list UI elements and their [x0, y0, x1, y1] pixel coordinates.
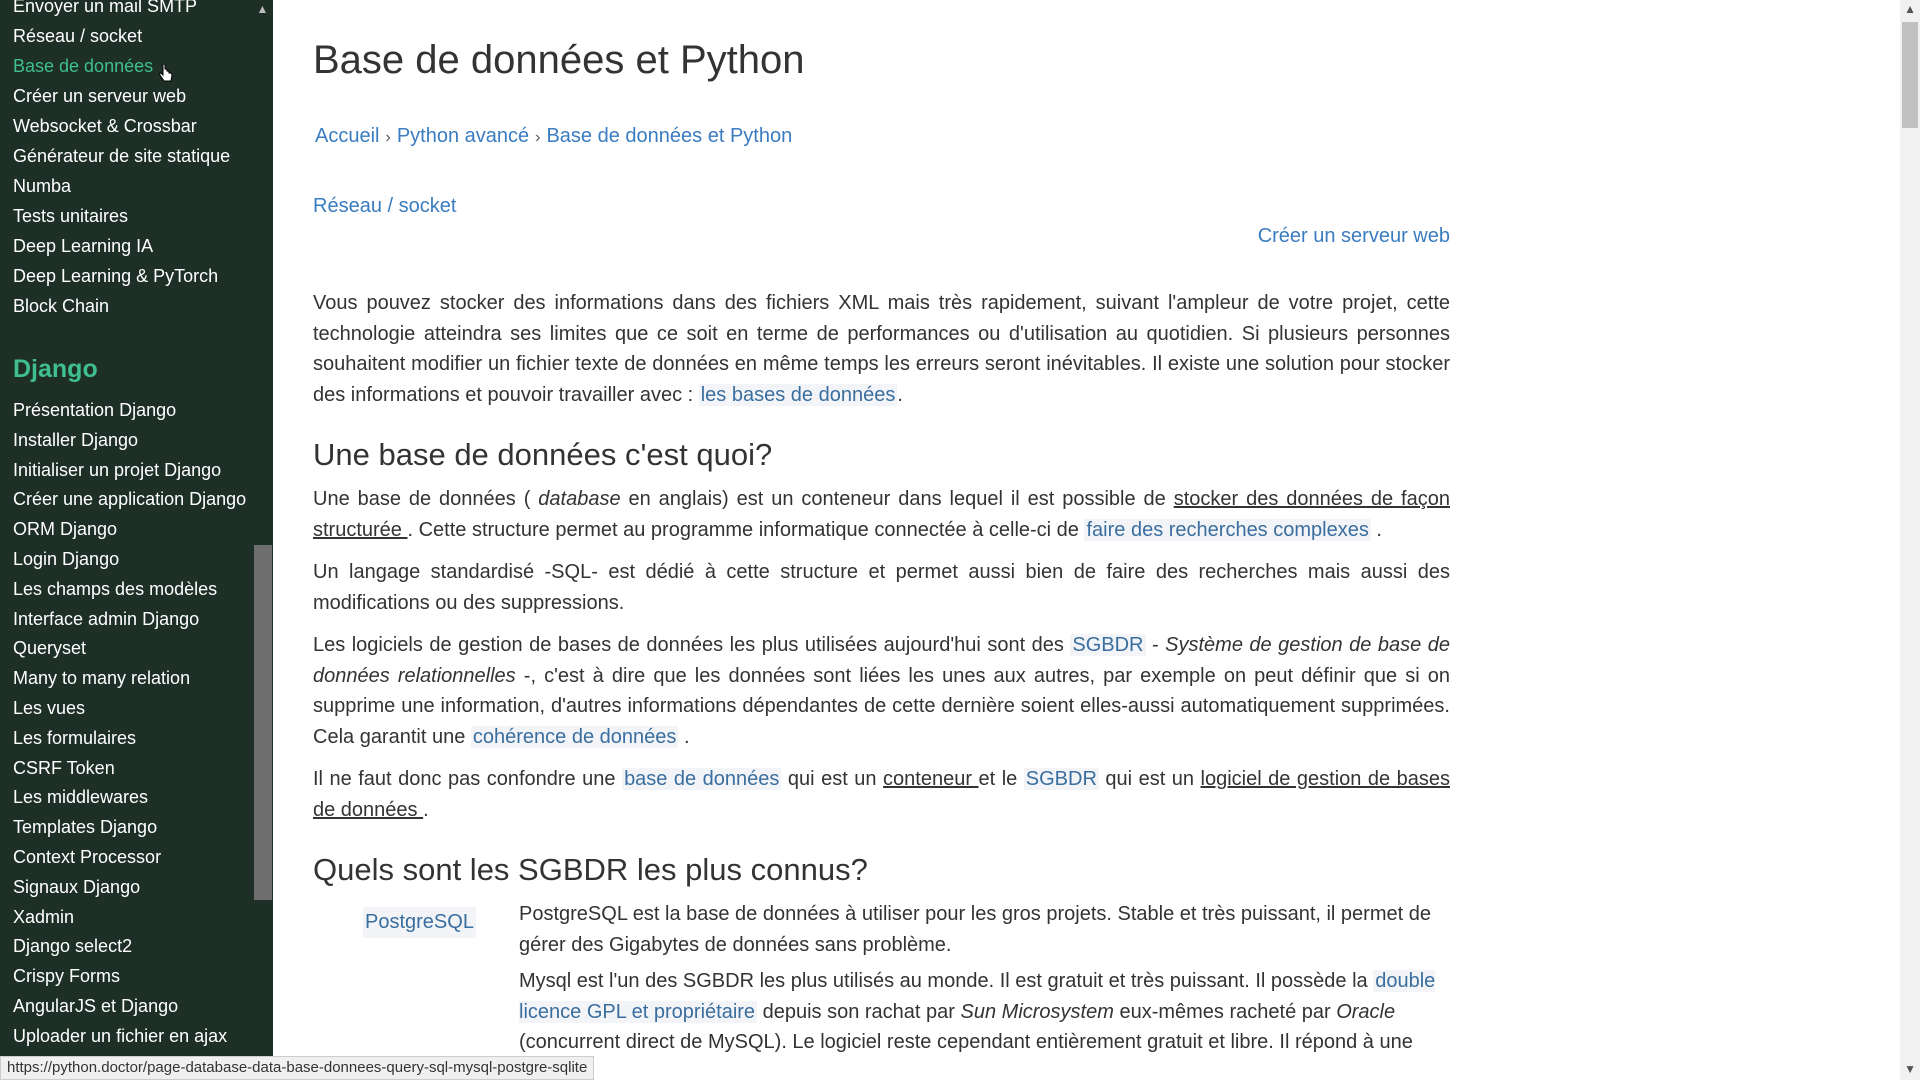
sidebar-item-django[interactable]: Les champs des modèles — [13, 578, 217, 600]
sidebar-item-django[interactable]: ORM Django — [13, 518, 117, 540]
sidebar-item-django[interactable]: Présentation Django — [13, 399, 176, 421]
scroll-down-icon[interactable]: ▼ — [1904, 1062, 1916, 1076]
sidebar-item-django[interactable]: Les middlewares — [13, 786, 148, 808]
sgbd-description: Mysql est l'un des SGBDR les plus utilis… — [519, 970, 1436, 1053]
sidebar-item[interactable]: Créer un serveur web — [13, 85, 186, 107]
status-bar-url: https://python.doctor/page-database-data… — [0, 1056, 595, 1080]
page-title: Base de données et Python — [313, 38, 805, 82]
sgbd-description: PostgreSQL est la base de données à util… — [519, 903, 1431, 956]
sidebar-item-django[interactable]: Queryset — [13, 637, 86, 659]
sidebar-item-django[interactable]: AngularJS et Django — [13, 995, 178, 1017]
page-scrollbar-thumb[interactable] — [1902, 22, 1918, 128]
sidebar-item-django[interactable]: Crispy Forms — [13, 965, 120, 987]
sidebar-item[interactable]: Deep Learning & PyTorch — [13, 265, 218, 287]
page-scrollbar[interactable]: ▲ ▼ — [1900, 0, 1920, 1080]
recherches-complexes-link[interactable]: faire des recherches complexes — [1084, 518, 1371, 541]
sidebar-scrollbar-thumb[interactable] — [254, 545, 272, 900]
paragraph-definition: Une base de données ( database en anglai… — [313, 488, 1450, 541]
intro-paragraph: Vous pouvez stocker des informations dan… — [313, 292, 1450, 406]
next-page-link[interactable]: Créer un serveur web — [1258, 225, 1450, 248]
sidebar-section-django: Django — [13, 355, 98, 383]
breadcrumb-home[interactable]: Accueil — [315, 125, 379, 147]
sgbdr-link-2[interactable]: SGBDR — [1023, 768, 1099, 790]
article-body: Vous pouvez stocker des informations dan… — [313, 288, 1450, 1064]
sidebar-item-django[interactable]: Initialiser un projet Django — [13, 459, 221, 481]
sidebar-item-django[interactable]: Login Django — [13, 548, 119, 570]
conteneur-link[interactable]: conteneur — [883, 768, 978, 790]
sidebar-item-django[interactable]: Django select2 — [13, 935, 132, 957]
sidebar-item-django[interactable]: Uploader un fichier en ajax — [13, 1025, 227, 1047]
sidebar-item-django[interactable]: Many to many relation — [13, 667, 190, 689]
bases-de-donnees-link[interactable]: les bases de données — [698, 383, 898, 406]
sidebar-item-django[interactable]: Templates Django — [13, 816, 157, 838]
hand-cursor-icon — [159, 64, 173, 82]
sidebar-item-django[interactable]: CSRF Token — [13, 757, 115, 779]
sidebar-item-django[interactable]: Installer Django — [13, 429, 138, 451]
breadcrumb-separator: › — [385, 129, 391, 146]
scroll-up-icon[interactable]: ▲ — [1904, 2, 1916, 16]
breadcrumb-separator: › — [535, 129, 541, 146]
sidebar-item[interactable]: Websocket & Crossbar — [13, 115, 197, 137]
coherence-donnees-link[interactable]: cohérence de données — [470, 725, 679, 748]
sidebar-item-django[interactable]: Les vues — [13, 697, 85, 719]
sidebar-item[interactable]: Réseau / socket — [13, 25, 142, 47]
sidebar: Envoyer un mail SMTP Réseau / socket Base … — [0, 0, 273, 1080]
paragraph-confondre: Il ne faut donc pas confondre une base d… — [313, 768, 1451, 821]
paragraph-sql: Un langage standardisé -SQL- est dédié à… — [313, 561, 1450, 614]
sidebar-item[interactable]: Numba — [13, 175, 71, 197]
paragraph-sgbdr: Les logiciels de gestion de bases de don… — [313, 634, 1450, 748]
breadcrumb: Accueil › Python avancé › Base de données et… — [315, 125, 792, 148]
sidebar-item[interactable]: Générateur de site statique — [13, 145, 230, 167]
sidebar-scrollbar[interactable] — [252, 0, 273, 1080]
sidebar-item-django[interactable]: Créer une application Django — [13, 488, 246, 510]
sgbdr-link[interactable]: SGBDR — [1070, 634, 1146, 656]
sidebar-item[interactable]: Block Chain — [13, 295, 109, 317]
list-item: Mysql est l'un des SGBDR les plus utilis… — [313, 966, 1450, 1058]
postgresql-link[interactable]: PostgreSQL — [363, 907, 476, 938]
prev-page-link[interactable]: Réseau / socket — [313, 195, 456, 218]
sidebar-item[interactable]: Envoyer un mail SMTP — [13, 0, 197, 17]
breadcrumb-current[interactable]: Base de données et Python — [546, 125, 792, 147]
base-de-donnees-link[interactable]: base de données — [622, 768, 782, 790]
sidebar-item-django[interactable]: Xadmin — [13, 906, 74, 928]
list-item: PostgreSQL PostgreSQL est la base de don… — [313, 899, 1450, 960]
sidebar-item-django[interactable]: Context Processor — [13, 846, 161, 868]
sgbd-list: PostgreSQL PostgreSQL est la base de don… — [313, 899, 1450, 1058]
sidebar-item[interactable]: Base de données — [13, 55, 153, 77]
section-heading-2: Quels sont les SGBDR les plus connus? — [313, 852, 868, 887]
sidebar-scroll-up-icon[interactable]: ▲ — [252, 0, 273, 18]
sidebar-item-django[interactable]: Interface admin Django — [13, 608, 199, 630]
sidebar-item[interactable]: Deep Learning IA — [13, 235, 153, 257]
breadcrumb-python-avance[interactable]: Python avancé — [397, 125, 529, 147]
sidebar-item-django[interactable]: Signaux Django — [13, 876, 140, 898]
sidebar-item-django[interactable]: Les formulaires — [13, 727, 136, 749]
sidebar-item[interactable]: Tests unitaires — [13, 205, 128, 227]
section-heading-1: Une base de données c'est quoi? — [313, 437, 773, 472]
